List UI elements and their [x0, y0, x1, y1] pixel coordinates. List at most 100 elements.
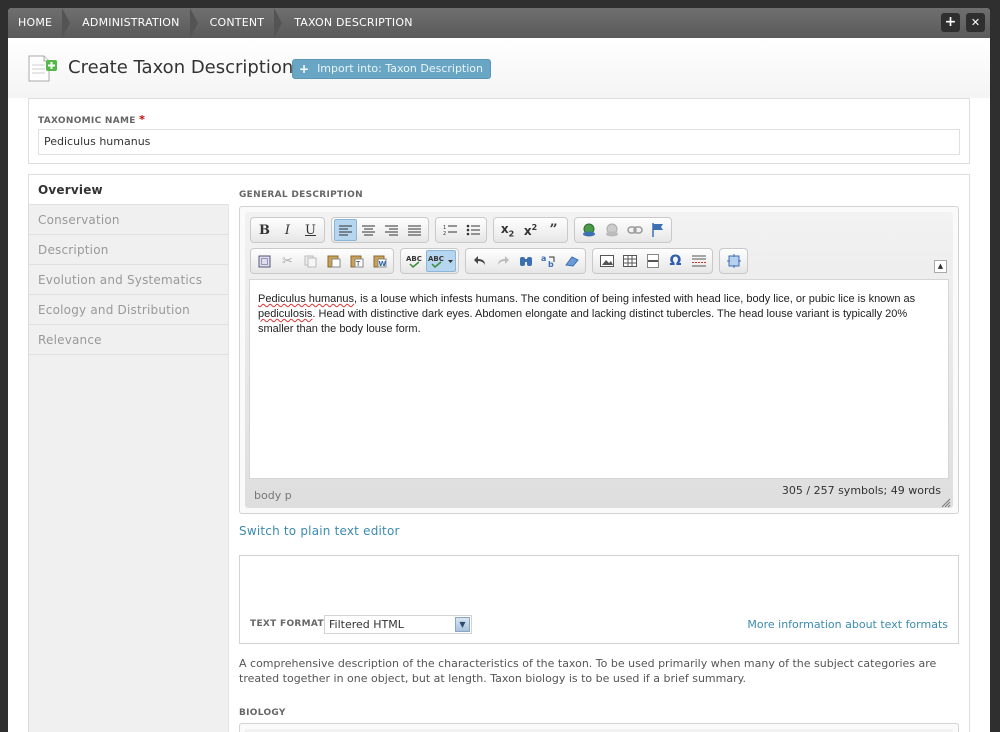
vertical-tab-list: Overview Conservation Description Evolut… [29, 175, 229, 732]
svg-text:ABC: ABC [428, 255, 444, 263]
toolbar-group-align [331, 217, 429, 243]
superscript-icon[interactable]: x2 [519, 219, 542, 241]
special-char-icon[interactable]: Ω [664, 250, 687, 272]
biology-label: BIOLOGY [239, 708, 286, 718]
breadcrumb-taxon-description[interactable]: TAXON DESCRIPTION [284, 8, 422, 38]
bold-icon[interactable]: B [253, 219, 276, 241]
toolbar-row-1: B I U 12 x2 x2 ” [250, 217, 672, 243]
toolbar-group-view [719, 248, 748, 274]
svg-text:b: b [548, 260, 554, 268]
unlink-icon[interactable] [600, 219, 623, 241]
image-icon[interactable] [595, 250, 618, 272]
align-right-icon[interactable] [380, 219, 403, 241]
import-button[interactable]: + Import into: Taxon Description [292, 59, 491, 79]
tab-description[interactable]: Description [29, 235, 228, 265]
redo-icon[interactable] [491, 250, 514, 272]
editor-text: , is a louse which infests humans. The c… [354, 293, 916, 305]
page-break-icon[interactable] [687, 250, 710, 272]
replace-icon[interactable]: ab [537, 250, 560, 272]
tab-evolution-and-systematics[interactable]: Evolution and Systematics [29, 265, 228, 295]
required-marker: * [139, 113, 146, 126]
chain-icon[interactable] [623, 219, 646, 241]
table-icon[interactable] [618, 250, 641, 272]
spellcheck-as-you-type-icon[interactable]: ABC [426, 250, 456, 272]
tab-relevance[interactable]: Relevance [29, 325, 228, 355]
misspelled-word: Pediculus humanus [258, 293, 355, 305]
spellcheck-icon[interactable]: ABC [403, 250, 426, 272]
rich-text-editor: B I U 12 x2 x2 ” ✂ T W ABC ABC a b Ω ▲ P… [239, 206, 959, 514]
add-shortcut-button[interactable]: + [941, 13, 960, 32]
text-format-select[interactable]: Filtered HTML ▼ [324, 615, 472, 634]
bulleted-list-icon[interactable] [461, 219, 484, 241]
find-icon[interactable] [514, 250, 537, 272]
subscript-icon[interactable]: x2 [496, 219, 519, 241]
maximize-icon[interactable] [722, 250, 745, 272]
taxonomic-name-input[interactable]: Pediculus humanus [38, 129, 960, 155]
add-document-icon [28, 55, 57, 82]
breadcrumb-separator [62, 8, 71, 38]
toolbar-group-links [574, 217, 672, 243]
breadcrumb-administration[interactable]: ADMINISTRATION [72, 8, 189, 38]
copy-icon[interactable] [299, 250, 322, 272]
toolbar-group-lists: 12 [435, 217, 487, 243]
element-path: body p [254, 489, 292, 502]
paste-icon[interactable] [322, 250, 345, 272]
plus-icon: + [299, 62, 310, 76]
breadcrumb-home[interactable]: HOME [8, 8, 62, 38]
page-title: Create Taxon Description [68, 57, 294, 78]
paste-word-icon[interactable]: W [368, 250, 391, 272]
breadcrumb-separator [274, 8, 283, 38]
italic-icon[interactable]: I [276, 219, 299, 241]
undo-icon[interactable] [468, 250, 491, 272]
collapse-toolbar-button[interactable]: ▲ [934, 260, 947, 273]
vertical-tabs: Overview Conservation Description Evolut… [28, 174, 970, 732]
close-overlay-button[interactable]: ✕ [966, 13, 985, 32]
align-left-icon[interactable] [334, 219, 357, 241]
tab-conservation[interactable]: Conservation [29, 205, 228, 235]
svg-text:W: W [378, 260, 386, 268]
toolbar-group-spell: ABC ABC [400, 248, 459, 274]
text-format-selected: Filtered HTML [329, 618, 404, 631]
align-justify-icon[interactable] [403, 219, 426, 241]
select-all-icon[interactable] [253, 250, 276, 272]
toolbar-row-2: ✂ T W ABC ABC a b Ω [250, 248, 748, 274]
biology-editor [239, 723, 959, 732]
taxonomic-name-label: TAXONOMIC NAME * [38, 113, 146, 126]
text-format-fieldset: TEXT FORMAT Filtered HTML ▼ More informa… [239, 555, 959, 644]
tab-overview[interactable]: Overview [29, 175, 229, 205]
chevron-down-icon: ▼ [455, 617, 470, 632]
toolbar-group-basic: B I U [250, 217, 325, 243]
toolbar-group-clipboard: ✂ T W [250, 248, 394, 274]
anchor-flag-icon[interactable] [646, 219, 669, 241]
switch-to-plain-text-link[interactable]: Switch to plain text editor [239, 524, 400, 538]
editor-content-area[interactable]: Pediculus humanus, is a louse which infe… [249, 279, 949, 479]
toolbar-group-edit: ab [465, 248, 586, 274]
svg-text:a: a [541, 254, 546, 263]
horizontal-rule-icon[interactable] [641, 250, 664, 272]
editor-text: . Head with distinctive dark eyes. Abdom… [258, 308, 908, 335]
tab-ecology-and-distribution[interactable]: Ecology and Distribution [29, 295, 228, 325]
general-description-label: GENERAL DESCRIPTION [239, 190, 363, 200]
resize-handle-icon[interactable] [941, 498, 951, 508]
taxonomic-name-field: TAXONOMIC NAME * Pediculus humanus [28, 98, 970, 164]
breadcrumb-content[interactable]: CONTENT [200, 8, 275, 38]
align-center-icon[interactable] [357, 219, 380, 241]
remove-format-icon[interactable] [560, 250, 583, 272]
cut-icon[interactable]: ✂ [276, 250, 299, 272]
link-icon[interactable] [577, 219, 600, 241]
misspelled-word: pediculosis [258, 308, 313, 320]
text-format-info-link[interactable]: More information about text formats [747, 618, 948, 631]
toolbar-group-script: x2 x2 ” [493, 217, 568, 243]
text-format-label: TEXT FORMAT [250, 619, 324, 629]
underline-icon[interactable]: U [299, 219, 322, 241]
svg-text:2: 2 [443, 231, 446, 236]
top-bar: HOME ADMINISTRATION CONTENT TAXON DESCRI… [8, 8, 990, 38]
svg-text:T: T [355, 260, 361, 268]
paste-text-icon[interactable]: T [345, 250, 368, 272]
numbered-list-icon[interactable]: 12 [438, 219, 461, 241]
editor-chrome: B I U 12 x2 x2 ” ✂ T W ABC ABC a b Ω ▲ P… [245, 212, 953, 508]
overlay-dialog: HOME ADMINISTRATION CONTENT TAXON DESCRI… [8, 8, 990, 732]
blockquote-icon[interactable]: ” [542, 219, 565, 241]
field-help-text: A comprehensive description of the chara… [239, 657, 937, 685]
page-header: Create Taxon Description + Import into: … [8, 38, 990, 98]
